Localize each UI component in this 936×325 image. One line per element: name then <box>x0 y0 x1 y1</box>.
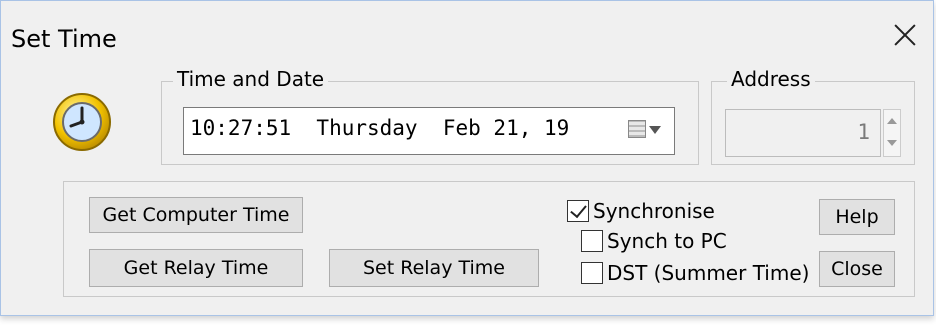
address-label: Address <box>727 67 815 91</box>
set-relay-time-button[interactable]: Set Relay Time <box>329 249 539 287</box>
dst-box[interactable] <box>581 262 603 284</box>
address-value: 1 <box>857 120 870 144</box>
spin-up-icon[interactable] <box>887 118 897 124</box>
set-time-dialog: Set Time Time and Date 10:27:51 Thursday… <box>0 0 934 316</box>
help-button[interactable]: Help <box>819 199 895 235</box>
synchronise-checkbox[interactable]: Synchronise <box>567 199 715 223</box>
window-title: Set Time <box>11 25 117 53</box>
dst-checkbox[interactable]: DST (Summer Time) <box>581 261 809 285</box>
calendar-dropdown-icon[interactable] <box>628 118 664 142</box>
time-and-date-label: Time and Date <box>173 67 329 91</box>
close-icon[interactable] <box>891 21 919 49</box>
datetime-picker[interactable]: 10:27:51 Thursday Feb 21, 19 <box>183 107 675 155</box>
address-field[interactable]: 1 <box>725 109 881 157</box>
spin-down-icon[interactable] <box>887 140 897 146</box>
clock-icon <box>53 93 111 151</box>
datetime-value: 10:27:51 Thursday Feb 21, 19 <box>190 116 570 140</box>
synch-to-pc-checkbox[interactable]: Synch to PC <box>581 229 727 253</box>
synch-to-pc-box[interactable] <box>581 230 603 252</box>
close-button[interactable]: Close <box>819 251 895 287</box>
dst-label: DST (Summer Time) <box>607 261 810 285</box>
synchronise-check-icon[interactable] <box>567 200 589 222</box>
address-spinner[interactable] <box>883 109 901 157</box>
get-computer-time-button[interactable]: Get Computer Time <box>89 197 303 233</box>
synchronise-label: Synchronise <box>593 199 715 223</box>
synch-to-pc-label: Synch to PC <box>607 229 727 253</box>
get-relay-time-button[interactable]: Get Relay Time <box>89 249 303 287</box>
title-bar: Set Time <box>1 1 933 77</box>
